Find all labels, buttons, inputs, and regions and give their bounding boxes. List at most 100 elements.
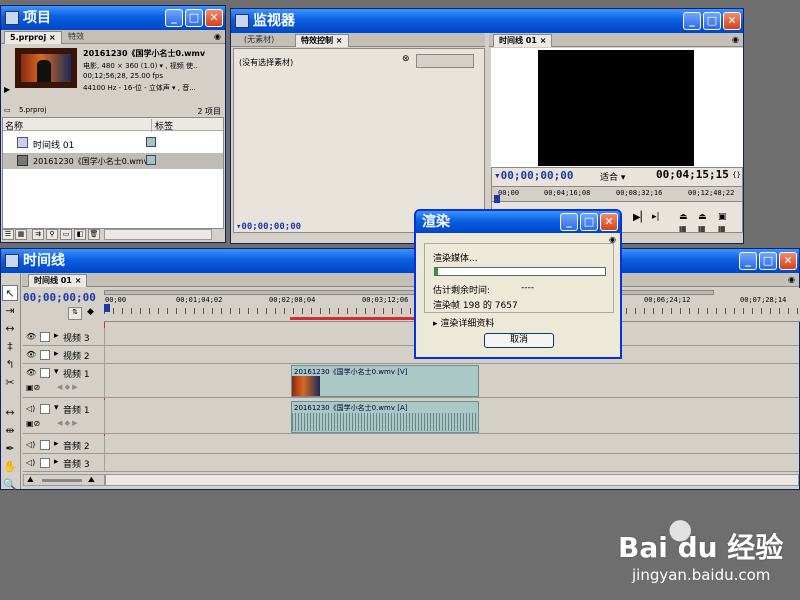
minimize-button[interactable]: _	[739, 252, 757, 270]
col-name[interactable]: 名称	[5, 119, 23, 132]
tab-project[interactable]: 5.prproj ×	[4, 31, 62, 44]
slip-tool-icon[interactable]: ↔	[2, 405, 18, 421]
safe-margins-icon[interactable]: ▦	[718, 224, 726, 233]
slide-tool-icon[interactable]: ⇹	[2, 423, 18, 439]
display-style-icon[interactable]: ▣⊘	[26, 383, 40, 392]
maximize-button[interactable]: □	[185, 9, 203, 27]
maximize-button[interactable]: □	[759, 252, 777, 270]
col-label[interactable]: 标签	[151, 119, 173, 132]
new-item-icon[interactable]: ◧	[74, 229, 86, 240]
razor-tool-icon[interactable]: ✂	[2, 375, 18, 391]
collapse-arrow-icon[interactable]: ▸	[54, 457, 59, 467]
find-icon[interactable]: ⚲	[46, 229, 58, 240]
eye-icon[interactable]: 👁	[26, 332, 37, 341]
expand-arrow-icon[interactable]: ▾	[54, 403, 59, 413]
lock-checkbox[interactable]	[40, 332, 50, 342]
playhead-marker[interactable]	[104, 304, 110, 312]
list-item[interactable]: 时间线 01	[3, 135, 223, 151]
delete-icon[interactable]: 🗑	[88, 229, 100, 240]
maximize-button[interactable]: □	[703, 12, 721, 30]
collapse-arrow-icon[interactable]: ▸	[54, 331, 59, 341]
horizontal-scrollbar[interactable]	[104, 229, 212, 240]
ripple-edit-tool-icon[interactable]: ↔	[2, 321, 18, 337]
program-timecode[interactable]: ▾00;00;00;00	[494, 169, 573, 182]
playhead-marker[interactable]	[494, 195, 500, 203]
track-select-tool-icon[interactable]: ⇥	[2, 303, 18, 319]
collapse-arrow-icon[interactable]: ▸	[54, 439, 59, 449]
tab-program[interactable]: 时间线 01 ×	[493, 34, 553, 47]
minimize-button[interactable]: _	[560, 213, 578, 231]
play-button[interactable]: ▶▏	[633, 212, 648, 223]
selection-tool-icon[interactable]: ↖	[2, 285, 18, 301]
toggle-timeline-icon[interactable]: ⊗	[402, 54, 410, 64]
step-forward-icon[interactable]: ▸|	[652, 212, 660, 222]
export-frame-icon[interactable]: ▣	[718, 212, 727, 222]
tab-sequence[interactable]: 时间线 01 ×	[28, 274, 88, 287]
lock-checkbox[interactable]	[40, 458, 50, 468]
fit-dropdown[interactable]: 适合 ▾	[600, 170, 625, 183]
eye-icon[interactable]: 👁	[26, 350, 37, 359]
tab-effects[interactable]: 特效	[63, 31, 89, 44]
program-viewer[interactable]	[491, 48, 743, 167]
timeline-scrollbar[interactable]	[105, 474, 799, 486]
tab-effect-controls[interactable]: 特效控制 ×	[295, 34, 349, 47]
lock-checkbox[interactable]	[40, 440, 50, 450]
collapse-arrow-icon[interactable]: ▸	[54, 349, 59, 359]
panel-menu-icon[interactable]: ◉	[732, 35, 739, 44]
keyframe-nav-icon[interactable]: ◀ ◆ ▶	[57, 383, 78, 391]
eye-icon[interactable]: 👁	[26, 368, 37, 377]
speaker-icon[interactable]: ◁)	[26, 458, 37, 467]
zoom-tool-icon[interactable]: 🔍	[2, 477, 18, 493]
panel-menu-icon[interactable]: ◉	[214, 32, 221, 41]
minimize-button[interactable]: _	[165, 9, 183, 27]
lock-checkbox[interactable]	[40, 350, 50, 360]
close-button[interactable]: ✕	[600, 213, 618, 231]
monitor-titlebar[interactable]: 监视器 _ □ ✕	[231, 9, 743, 33]
automate-icon[interactable]: ⇉	[32, 229, 44, 240]
lock-checkbox[interactable]	[40, 368, 50, 378]
work-area-bar[interactable]	[104, 290, 714, 295]
icon-view-icon[interactable]: ▦	[15, 229, 27, 240]
marker-icon[interactable]: ◆	[87, 307, 94, 317]
rate-stretch-tool-icon[interactable]: ↰	[2, 357, 18, 373]
speaker-icon[interactable]: ◁)	[26, 404, 37, 413]
project-titlebar[interactable]: 项目 _ □ ✕	[1, 6, 225, 30]
expand-arrow-icon[interactable]: ▾	[54, 367, 59, 377]
play-icon[interactable]: ▶	[4, 85, 10, 94]
new-bin-icon[interactable]: ▭	[60, 229, 72, 240]
rolling-edit-tool-icon[interactable]: ‡	[2, 339, 18, 355]
timeline-timecode[interactable]: 00;00;00;00	[23, 291, 96, 304]
tab-source[interactable]: (无素材)	[239, 34, 279, 47]
zoom-slider[interactable]	[42, 479, 82, 482]
program-ruler[interactable]: 00;00 00;04;16;08 00;08;32;16 00;12;48;2…	[492, 186, 742, 203]
multi-cam-icon[interactable]: ▦	[698, 224, 706, 233]
panel-menu-icon[interactable]: ◉	[788, 275, 795, 284]
list-view-icon[interactable]: ☰	[2, 229, 14, 240]
extract-icon[interactable]: ⏏	[698, 212, 707, 222]
maximize-button[interactable]: □	[580, 213, 598, 231]
audio-clip[interactable]: 20161230《国学小名士0.wmv [A]	[291, 401, 479, 433]
cancel-button[interactable]: 取消	[484, 333, 554, 348]
video-clip[interactable]: 20161230《国学小名士0.wmv [V]	[291, 365, 479, 397]
keyframe-nav-icon[interactable]: ◀ ◆ ▶	[57, 419, 78, 427]
display-style-icon[interactable]: ▣⊘	[26, 419, 40, 428]
zoom-out-icon[interactable]: ⛰	[27, 475, 34, 485]
pen-tool-icon[interactable]: ✒	[2, 441, 18, 457]
hand-tool-icon[interactable]: ✋	[2, 459, 18, 475]
timeline-titlebar[interactable]: 时间线 _ □ ✕	[1, 249, 799, 273]
close-button[interactable]: ✕	[723, 12, 741, 30]
render-titlebar[interactable]: 渲染 _ □ ✕	[416, 211, 620, 233]
project-window: 项目 _ □ ✕ 5.prproj × 特效 ◉ ▶ 20161230《国学小名…	[0, 5, 226, 243]
zoom-in-icon[interactable]: ⛰	[88, 475, 95, 485]
lift-icon[interactable]: ⏏	[679, 212, 688, 222]
speaker-icon[interactable]: ◁)	[26, 440, 37, 449]
close-button[interactable]: ✕	[779, 252, 797, 270]
trim-icon[interactable]: ▦	[679, 224, 687, 233]
list-item[interactable]: 20161230《国学小名士0.wmv	[3, 153, 223, 169]
details-expander[interactable]: ▸ 渲染详细资料	[433, 316, 494, 329]
timeline-zoom-bar[interactable]: ⛰ ⛰	[23, 474, 105, 486]
close-button[interactable]: ✕	[205, 9, 223, 27]
minimize-button[interactable]: _	[683, 12, 701, 30]
lock-checkbox[interactable]	[40, 404, 50, 414]
snap-icon[interactable]: ⇅	[68, 307, 82, 320]
